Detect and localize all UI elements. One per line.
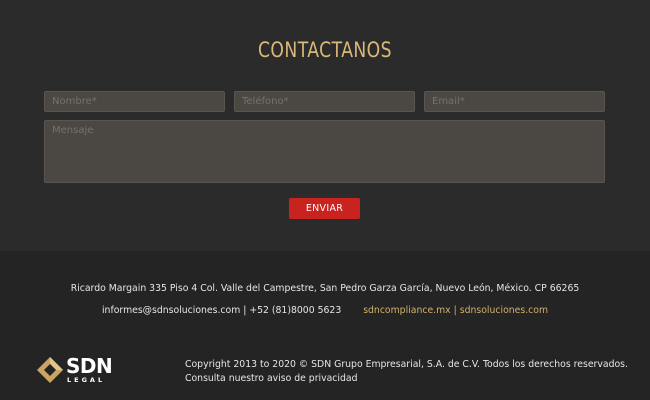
send-button[interactable]: ENVIAR bbox=[289, 198, 360, 219]
copyright-block: Copyright 2013 to 2020 © SDN Grupo Empre… bbox=[185, 358, 628, 386]
footer-contact-info: informes@sdnsoluciones.com | +52 (81)800… bbox=[101, 305, 342, 316]
contact-title: CONTACTANOS bbox=[258, 38, 392, 62]
soluciones-link[interactable]: sdnsoluciones.com bbox=[460, 305, 548, 316]
email-input[interactable] bbox=[424, 91, 605, 112]
copyright-text: Copyright 2013 to 2020 © SDN Grupo Empre… bbox=[185, 359, 628, 370]
name-input[interactable] bbox=[44, 91, 225, 112]
message-textarea[interactable] bbox=[44, 120, 605, 183]
footer-address: Ricardo Margain 335 Piso 4 Col. Valle de… bbox=[70, 283, 580, 294]
privacy-link[interactable]: Consulta nuestro aviso de privacidad bbox=[185, 373, 358, 384]
phone-input[interactable] bbox=[234, 91, 415, 112]
footer-contact-line: informes@sdnsoluciones.com | +52 (81)800… bbox=[0, 305, 650, 316]
compliance-link[interactable]: sdncompliance.mx bbox=[363, 305, 451, 316]
link-separator: | bbox=[450, 305, 460, 316]
logo-text: SDN bbox=[66, 354, 113, 378]
logo-diamond-icon bbox=[37, 357, 63, 383]
sdn-legal-logo[interactable]: SDN LEGAL bbox=[36, 354, 120, 384]
logo-subtext: LEGAL bbox=[67, 376, 106, 384]
